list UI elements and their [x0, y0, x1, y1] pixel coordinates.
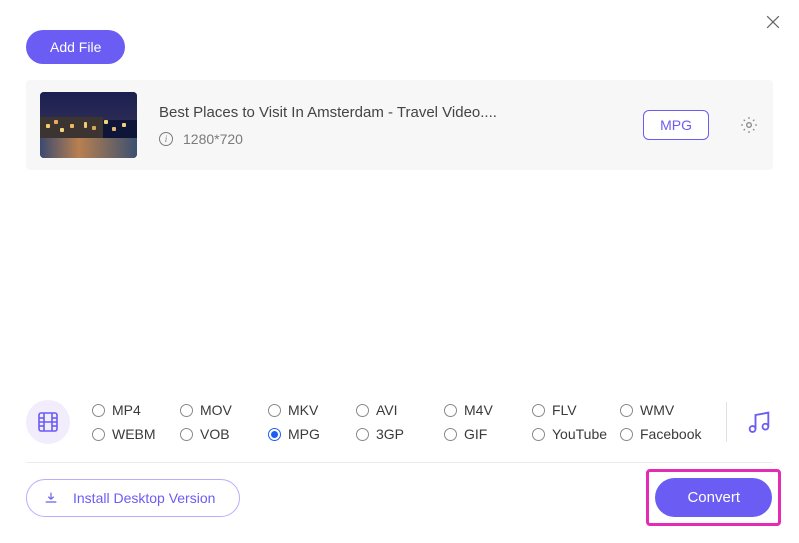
video-thumbnail — [40, 92, 137, 158]
radio-icon — [268, 404, 281, 417]
format-option-mp4[interactable]: MP4 — [92, 402, 180, 418]
format-option-label: WEBM — [112, 426, 156, 442]
format-option-label: M4V — [464, 402, 493, 418]
format-option-label: MPG — [288, 426, 320, 442]
format-badge-button[interactable]: MPG — [643, 110, 709, 140]
file-item: Best Places to Visit In Amsterdam - Trav… — [26, 80, 773, 170]
radio-icon — [180, 428, 193, 441]
format-option-mov[interactable]: MOV — [180, 402, 268, 418]
add-file-button[interactable]: Add File — [26, 30, 125, 64]
convert-button[interactable]: Convert — [655, 478, 772, 517]
format-option-flv[interactable]: FLV — [532, 402, 620, 418]
radio-icon — [532, 428, 545, 441]
convert-highlight: Convert — [646, 469, 781, 526]
format-option-youtube[interactable]: YouTube — [532, 426, 620, 442]
format-option-m4v[interactable]: M4V — [444, 402, 532, 418]
radio-icon — [92, 428, 105, 441]
format-option-label: MOV — [200, 402, 232, 418]
format-option-label: VOB — [200, 426, 230, 442]
format-option-avi[interactable]: AVI — [356, 402, 444, 418]
formats-bar: MP4 MOV MKV AVI M4V FLV WMV WEBM VOB MPG 3GP GIF You… — [26, 400, 773, 444]
radio-icon — [444, 404, 457, 417]
format-option-label: GIF — [464, 426, 487, 442]
radio-icon — [444, 428, 457, 441]
radio-icon — [356, 404, 369, 417]
format-option-label: AVI — [376, 402, 398, 418]
divider-horizontal — [26, 462, 773, 463]
file-title: Best Places to Visit In Amsterdam - Trav… — [159, 104, 621, 121]
gear-icon[interactable] — [739, 115, 759, 135]
format-option-label: YouTube — [552, 426, 607, 442]
close-icon[interactable] — [763, 12, 783, 32]
radio-icon — [620, 428, 633, 441]
format-option-3gp[interactable]: 3GP — [356, 426, 444, 442]
format-option-mpg[interactable]: MPG — [268, 426, 356, 442]
format-option-vob[interactable]: VOB — [180, 426, 268, 442]
install-desktop-label: Install Desktop Version — [73, 490, 215, 506]
download-icon — [43, 490, 59, 506]
format-option-label: 3GP — [376, 426, 404, 442]
format-option-mkv[interactable]: MKV — [268, 402, 356, 418]
music-icon[interactable] — [745, 408, 773, 436]
format-option-label: FLV — [552, 402, 577, 418]
radio-icon — [356, 428, 369, 441]
radio-icon — [268, 428, 281, 441]
file-resolution: 1280*720 — [183, 131, 243, 147]
format-option-webm[interactable]: WEBM — [92, 426, 180, 442]
format-option-wmv[interactable]: WMV — [620, 402, 708, 418]
format-option-gif[interactable]: GIF — [444, 426, 532, 442]
format-options-grid: MP4 MOV MKV AVI M4V FLV WMV WEBM VOB MPG 3GP GIF You… — [92, 402, 708, 442]
divider — [726, 402, 727, 442]
radio-icon — [532, 404, 545, 417]
video-formats-icon[interactable] — [26, 400, 70, 444]
radio-icon — [92, 404, 105, 417]
file-details: Best Places to Visit In Amsterdam - Trav… — [159, 104, 621, 147]
format-option-facebook[interactable]: Facebook — [620, 426, 708, 442]
format-option-label: WMV — [640, 402, 674, 418]
radio-icon — [180, 404, 193, 417]
format-option-label: MKV — [288, 402, 318, 418]
format-option-label: MP4 — [112, 402, 141, 418]
info-icon[interactable]: i — [159, 132, 173, 146]
format-option-label: Facebook — [640, 426, 701, 442]
radio-icon — [620, 404, 633, 417]
install-desktop-button[interactable]: Install Desktop Version — [26, 479, 240, 517]
